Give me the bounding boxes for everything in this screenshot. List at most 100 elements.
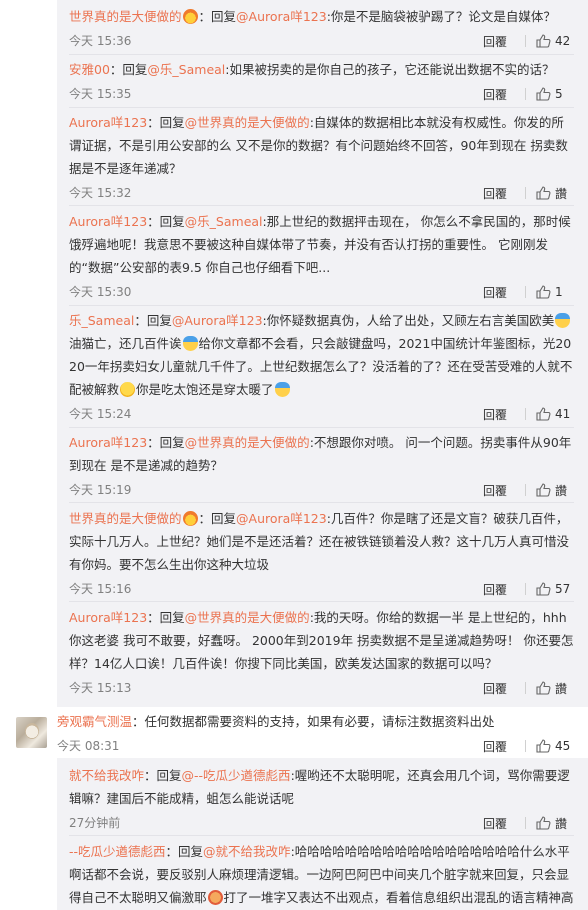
reply-button[interactable]: 回覆 (483, 185, 525, 202)
reply-button[interactable]: 回覆 (483, 581, 525, 598)
like-button[interactable]: 57 (536, 582, 574, 596)
comment-username[interactable]: 旁观霸气测温 (57, 714, 132, 729)
like-button[interactable]: 45 (536, 739, 574, 753)
reply-button[interactable]: 回覆 (483, 33, 525, 50)
divider (69, 54, 574, 55)
thumbs-up-icon (536, 582, 551, 596)
reply-button[interactable]: 回覆 (483, 482, 525, 499)
reply-word: ：回复 (198, 511, 237, 526)
comment-username[interactable]: --吃瓜少遒德彪西 (69, 844, 166, 859)
comment-time: 今天 15:30 (69, 285, 132, 299)
like-count: 讚 (555, 816, 568, 831)
comment-text: :你是不是脑袋被驴踢了？论文是自媒体？ (326, 9, 556, 24)
like-count: 45 (555, 739, 571, 753)
action-separator (525, 484, 526, 496)
like-button[interactable]: 1 (536, 285, 574, 299)
thumbs-up-icon (536, 34, 551, 48)
comment-username[interactable]: 世界真的是大便做的 (69, 9, 182, 24)
reply-comment: 安雅00：回复@乐_Sameal:如果被拐卖的是你自己的孩子，它还能说出数据不实… (69, 58, 574, 105)
like-count: 42 (555, 34, 571, 48)
comment-time: 今天 15:36 (69, 34, 132, 48)
divider (69, 107, 574, 108)
mention-link[interactable]: @世界真的是大便做的 (185, 435, 310, 450)
reply-comment: Aurora咩123：回复@世界真的是大便做的:我的天呀。你给的数据一半 是上世… (69, 606, 574, 699)
comment-time: 今天 15:32 (69, 186, 132, 200)
reply-comment: --吃瓜少遒德彪西：回复@就不给我改咋:哈哈哈哈哈哈哈哈哈哈哈哈哈哈哈哈哈哈什么… (69, 840, 574, 909)
comment-time: 今天 15:35 (69, 87, 132, 101)
action-separator (525, 817, 526, 829)
thumbs-up-icon (536, 483, 551, 497)
like-button[interactable]: 42 (536, 34, 574, 48)
comment-username[interactable]: Aurora咩123 (69, 435, 147, 450)
like-count: 5 (555, 87, 563, 101)
thumbs-up-icon (536, 285, 551, 299)
mention-link[interactable]: @Aurora咩123 (236, 9, 327, 24)
fire-emoji-icon (182, 9, 198, 24)
comment-username[interactable]: Aurora咩123 (69, 214, 147, 229)
thumbs-up-icon (536, 816, 551, 830)
comment-username[interactable]: 乐_Sameal (69, 313, 134, 328)
reply-word: ：回复 (109, 62, 148, 77)
emoji-icon (555, 313, 571, 328)
mention-link[interactable]: @乐_Sameal (147, 62, 225, 77)
emoji-icon (207, 890, 223, 905)
divider (69, 305, 574, 306)
reply-button[interactable]: 回覆 (483, 680, 525, 697)
comment-username[interactable]: 安雅00 (69, 62, 110, 77)
thumbs-up-icon (536, 739, 551, 753)
comment-time: 今天 15:24 (69, 407, 132, 421)
reply-comment: Aurora咩123：回复@乐_Sameal:那上世纪的数据抨击现在， 你怎么不… (69, 210, 574, 303)
comment-username[interactable]: 就不给我改咋 (69, 768, 144, 783)
action-separator (525, 286, 526, 298)
thumbs-up-icon (536, 681, 551, 695)
divider (69, 601, 574, 602)
main-comment: 旁观霸气测温：任何数据都需要资料的支持，如果有必要，请标注数据资料出处 今天 0… (57, 710, 574, 757)
action-separator (525, 187, 526, 199)
divider (69, 502, 574, 503)
action-separator (525, 35, 526, 47)
divider (69, 835, 574, 836)
mention-link[interactable]: @乐_Sameal (185, 214, 263, 229)
action-separator (525, 408, 526, 420)
comment-username[interactable]: Aurora咩123 (69, 115, 147, 130)
reply-word: ：回复 (144, 768, 182, 783)
comment-username[interactable]: 世界真的是大便做的 (69, 511, 182, 526)
action-separator (525, 88, 526, 100)
thumbs-up-icon (536, 186, 551, 200)
emoji-icon (120, 382, 136, 397)
comment-text: ：任何数据都需要资料的支持，如果有必要，请标注数据资料出处 (132, 714, 495, 729)
like-button[interactable]: 讚 (536, 680, 574, 697)
like-count: 讚 (555, 186, 568, 201)
comment-time: 27分钟前 (69, 816, 121, 830)
reply-button[interactable]: 回覆 (483, 284, 525, 301)
reply-button[interactable]: 回覆 (483, 406, 525, 423)
mention-link[interactable]: @世界真的是大便做的 (185, 115, 310, 130)
reply-button[interactable]: 回覆 (483, 86, 525, 103)
mention-link[interactable]: @就不给我改咋 (203, 844, 291, 859)
comment-text-part: 油猫亡，还几百件诶 (69, 336, 182, 351)
thumbs-up-icon (536, 87, 551, 101)
comment-username[interactable]: Aurora咩123 (69, 610, 147, 625)
reply-word: ：回复 (147, 214, 185, 229)
comment-text: :如果被拐卖的是你自己的孩子，它还能说出数据不实的话？ (225, 62, 555, 77)
emoji-icon (274, 382, 290, 397)
like-button[interactable]: 讚 (536, 482, 574, 499)
reply-word: ：回复 (147, 115, 185, 130)
like-button[interactable]: 41 (536, 407, 574, 421)
like-button[interactable]: 讚 (536, 815, 574, 832)
like-button[interactable]: 5 (536, 87, 574, 101)
mention-link[interactable]: @世界真的是大便做的 (185, 610, 310, 625)
reply-word: ：回复 (198, 9, 237, 24)
reply-comment: 世界真的是大便做的 ：回复@Aurora咩123:几百件？你是瞎了还是文盲？破获几… (69, 507, 574, 600)
like-button[interactable]: 讚 (536, 185, 574, 202)
action-separator (525, 682, 526, 694)
comment-time: 今天 15:19 (69, 483, 132, 497)
divider (69, 427, 574, 428)
like-count: 57 (555, 582, 571, 596)
reply-button[interactable]: 回覆 (483, 738, 525, 755)
mention-link[interactable]: @--吃瓜少遒德彪西 (182, 768, 291, 783)
avatar[interactable] (16, 717, 47, 748)
mention-link[interactable]: @Aurora咩123 (236, 511, 327, 526)
reply-button[interactable]: 回覆 (483, 815, 525, 832)
mention-link[interactable]: @Aurora咩123 (172, 313, 263, 328)
